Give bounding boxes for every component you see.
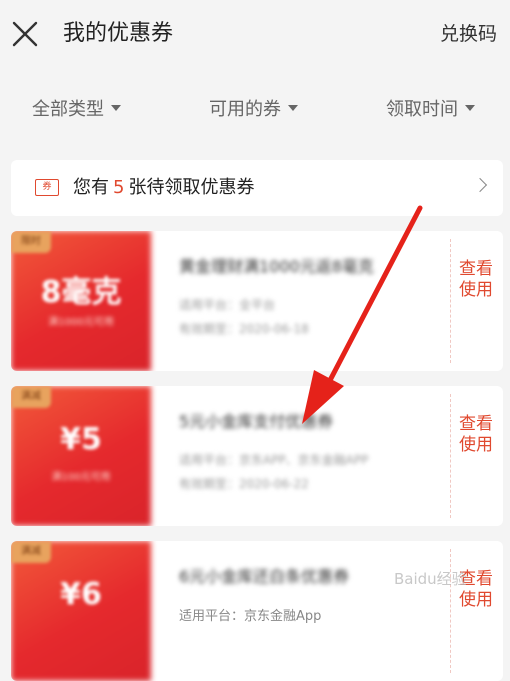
coupon-ticket-icon: 券 [35,179,59,196]
coupon-info: 6元小金库还白条优惠券 适用平台：京东金融App [179,565,429,627]
coupon-platform: 适用平台：全平台 [179,298,276,312]
coupon-name: 黄金理财满1000元返8毫克 [179,257,374,276]
watermark: Baidu经验 [394,570,467,588]
dashed-divider [450,394,451,518]
coupon-condition: 满100元可用 [51,472,111,483]
coupon-info: 黄金理财满1000元返8毫克 适用平台：全平台 有效期至：2020-06-18 [179,255,429,339]
coupon-tag: 限时 [11,231,51,253]
view-use-button[interactable]: 查看使用 [458,414,494,456]
coupon-name: 6元小金库还白条优惠券 [179,567,350,586]
coupon-validity: 有效期至：2020-06-18 [179,322,309,336]
pending-coupons-text: 您有 5 张待领取优惠券 [73,175,254,201]
coupon-tag: 满减 [11,541,51,563]
pending-prefix: 您有 [73,177,109,198]
page-title: 我的优惠券 [63,21,174,46]
coupon-card: 满减 ¥5 满100元可用 5元小金库支付优惠券 适用平台：京东APP、京东金融… [11,386,503,526]
coupon-validity: 有效期至：2020-06-22 [179,477,309,491]
filter-label: 全部类型 [32,99,104,120]
filter-bar: 全部类型 可用的券 领取时间 [0,92,510,128]
coupon-amount: 8毫克 [40,275,122,310]
coupon-card: 满减 ¥6 6元小金库还白条优惠券 适用平台：京东金融App 查看使用 [11,541,503,681]
caret-down-icon [111,105,121,111]
pending-count: 5 [113,177,125,198]
coupon-condition: 满1000元可用 [48,317,114,328]
coupon-info: 5元小金库支付优惠券 适用平台：京东APP、京东金融APP 有效期至：2020-… [179,410,429,494]
header-bar: 我的优惠券 兑换码 [0,0,510,70]
dashed-divider [450,239,451,363]
pending-suffix: 张待领取优惠券 [128,177,255,198]
chevron-right-icon [472,177,488,193]
coupon-tag: 满减 [11,386,51,408]
caret-down-icon [465,105,475,111]
filter-time-dropdown[interactable]: 领取时间 [386,92,475,128]
close-icon[interactable] [12,19,38,49]
pending-coupons-banner[interactable]: 券 您有 5 张待领取优惠券 [11,160,503,216]
filter-label: 领取时间 [386,99,458,120]
redeem-code-button[interactable]: 兑换码 [440,21,497,47]
caret-down-icon [288,105,298,111]
filter-available-dropdown[interactable]: 可用的券 [209,92,298,128]
coupon-platform: 适用平台：京东APP、京东金融APP [179,453,369,467]
coupon-card: 限时 8毫克 满1000元可用 黄金理财满1000元返8毫克 适用平台：全平台 … [11,231,503,371]
view-use-button[interactable]: 查看使用 [458,259,494,301]
coupon-platform: 适用平台：京东金融App [179,609,322,624]
coupon-amount: ¥6 [60,577,102,612]
coupon-name: 5元小金库支付优惠券 [179,412,334,431]
filter-type-dropdown[interactable]: 全部类型 [32,92,121,128]
coupon-amount: ¥5 [60,422,102,457]
filter-label: 可用的券 [209,99,281,120]
